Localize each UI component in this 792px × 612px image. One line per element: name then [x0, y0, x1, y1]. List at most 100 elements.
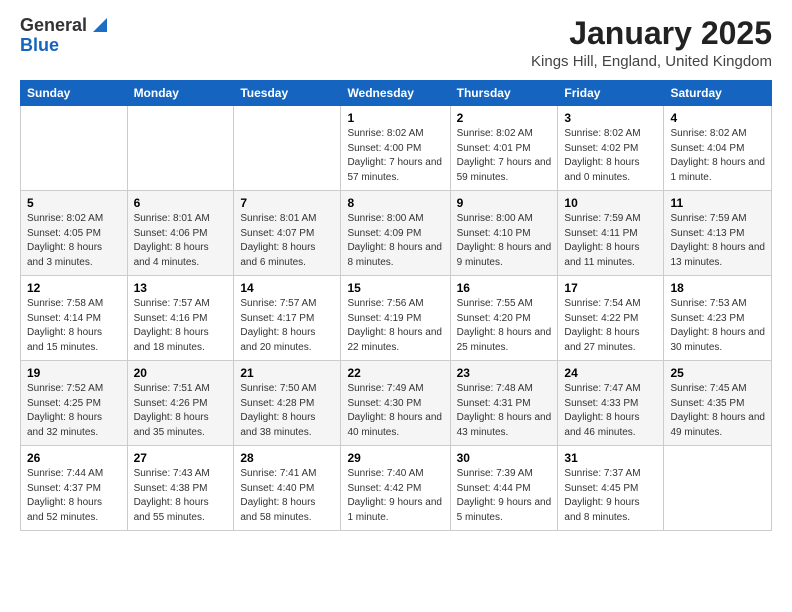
header: General Blue January 2025 Kings Hill, En… — [20, 16, 772, 70]
day-number: 30 — [457, 451, 552, 465]
day-number: 11 — [670, 196, 765, 210]
title-location: Kings Hill, England, United Kingdom — [531, 53, 772, 70]
table-row: 12 Sunrise: 7:58 AM Sunset: 4:14 PM Dayli… — [21, 276, 128, 361]
header-friday: Friday — [558, 81, 664, 106]
calendar-table: Sunday Monday Tuesday Wednesday Thursday… — [20, 80, 772, 531]
day-info: Sunrise: 7:43 AM Sunset: 4:38 PM Dayligh… — [134, 467, 228, 525]
table-row: 31 Sunrise: 7:37 AM Sunset: 4:45 PM Dayli… — [558, 446, 664, 531]
table-row: 15 Sunrise: 7:56 AM Sunset: 4:19 PM Dayli… — [341, 276, 450, 361]
day-number: 9 — [457, 196, 552, 210]
day-info: Sunrise: 8:00 AM Sunset: 4:10 PM Dayligh… — [457, 212, 552, 270]
table-row: 30 Sunrise: 7:39 AM Sunset: 4:44 PM Dayli… — [450, 446, 558, 531]
day-number: 3 — [564, 111, 657, 125]
logo-blue: Blue — [20, 35, 59, 55]
table-row: 3Sunrise: 8:02 AM Sunset: 4:02 PM Daylig… — [558, 106, 664, 191]
table-row: 25Sunrise: 7:45 AM Sunset: 4:35 PM Dayli… — [664, 361, 772, 446]
title-block: January 2025 Kings Hill, England, United… — [531, 16, 772, 70]
day-info: Sunrise: 7:57 AM Sunset: 4:16 PM Dayligh… — [134, 297, 228, 355]
day-info: Sunrise: 7:56 AM Sunset: 4:19 PM Dayligh… — [347, 297, 443, 355]
day-number: 8 — [347, 196, 443, 210]
day-info: Sunrise: 8:02 AM Sunset: 4:04 PM Dayligh… — [670, 127, 765, 185]
day-number: 22 — [347, 366, 443, 380]
day-number: 16 — [457, 281, 552, 295]
day-number: 13 — [134, 281, 228, 295]
day-number: 1 — [347, 111, 443, 125]
table-row: 2 Sunrise: 8:02 AM Sunset: 4:01 PM Daylig… — [450, 106, 558, 191]
calendar-week-row: 1 Sunrise: 8:02 AM Sunset: 4:00 PM Daylig… — [21, 106, 772, 191]
day-info: Sunrise: 7:40 AM Sunset: 4:42 PM Dayligh… — [347, 467, 443, 525]
day-info: Sunrise: 7:59 AM Sunset: 4:13 PM Dayligh… — [670, 212, 765, 270]
table-row: 8 Sunrise: 8:00 AM Sunset: 4:09 PM Daylig… — [341, 191, 450, 276]
table-row: 16 Sunrise: 7:55 AM Sunset: 4:20 PM Dayli… — [450, 276, 558, 361]
day-number: 5 — [27, 196, 121, 210]
header-sunday: Sunday — [21, 81, 128, 106]
day-info: Sunrise: 7:41 AM Sunset: 4:40 PM Dayligh… — [240, 467, 334, 525]
day-info: Sunrise: 7:52 AM Sunset: 4:25 PM Dayligh… — [27, 382, 121, 440]
table-row: 23 Sunrise: 7:48 AM Sunset: 4:31 PM Dayli… — [450, 361, 558, 446]
header-monday: Monday — [127, 81, 234, 106]
day-number: 31 — [564, 451, 657, 465]
day-number: 21 — [240, 366, 334, 380]
logo-general: General — [20, 16, 87, 36]
calendar-week-row: 5 Sunrise: 8:02 AM Sunset: 4:05 PM Daylig… — [21, 191, 772, 276]
day-number: 15 — [347, 281, 443, 295]
day-info: Sunrise: 7:55 AM Sunset: 4:20 PM Dayligh… — [457, 297, 552, 355]
day-info: Sunrise: 8:02 AM Sunset: 4:05 PM Dayligh… — [27, 212, 121, 270]
day-info: Sunrise: 8:02 AM Sunset: 4:01 PM Dayligh… — [457, 127, 552, 185]
day-info: Sunrise: 7:50 AM Sunset: 4:28 PM Dayligh… — [240, 382, 334, 440]
day-info: Sunrise: 7:58 AM Sunset: 4:14 PM Dayligh… — [27, 297, 121, 355]
day-info: Sunrise: 7:37 AM Sunset: 4:45 PM Dayligh… — [564, 467, 657, 525]
table-row: 21 Sunrise: 7:50 AM Sunset: 4:28 PM Dayli… — [234, 361, 341, 446]
day-info: Sunrise: 8:00 AM Sunset: 4:09 PM Dayligh… — [347, 212, 443, 270]
header-wednesday: Wednesday — [341, 81, 450, 106]
day-number: 12 — [27, 281, 121, 295]
day-number: 29 — [347, 451, 443, 465]
table-row — [127, 106, 234, 191]
page: General Blue January 2025 Kings Hill, En… — [0, 0, 792, 547]
table-row: 18Sunrise: 7:53 AM Sunset: 4:23 PM Dayli… — [664, 276, 772, 361]
day-info: Sunrise: 8:01 AM Sunset: 4:07 PM Dayligh… — [240, 212, 334, 270]
day-info: Sunrise: 7:44 AM Sunset: 4:37 PM Dayligh… — [27, 467, 121, 525]
day-info: Sunrise: 7:54 AM Sunset: 4:22 PM Dayligh… — [564, 297, 657, 355]
day-number: 2 — [457, 111, 552, 125]
calendar-week-row: 19 Sunrise: 7:52 AM Sunset: 4:25 PM Dayli… — [21, 361, 772, 446]
day-info: Sunrise: 8:01 AM Sunset: 4:06 PM Dayligh… — [134, 212, 228, 270]
day-info: Sunrise: 7:48 AM Sunset: 4:31 PM Dayligh… — [457, 382, 552, 440]
header-tuesday: Tuesday — [234, 81, 341, 106]
day-info: Sunrise: 8:02 AM Sunset: 4:00 PM Dayligh… — [347, 127, 443, 185]
table-row: 17Sunrise: 7:54 AM Sunset: 4:22 PM Dayli… — [558, 276, 664, 361]
day-number: 28 — [240, 451, 334, 465]
day-info: Sunrise: 7:59 AM Sunset: 4:11 PM Dayligh… — [564, 212, 657, 270]
table-row: 19 Sunrise: 7:52 AM Sunset: 4:25 PM Dayli… — [21, 361, 128, 446]
day-number: 27 — [134, 451, 228, 465]
day-number: 6 — [134, 196, 228, 210]
day-number: 26 — [27, 451, 121, 465]
day-info: Sunrise: 7:49 AM Sunset: 4:30 PM Dayligh… — [347, 382, 443, 440]
table-row: 28 Sunrise: 7:41 AM Sunset: 4:40 PM Dayli… — [234, 446, 341, 531]
table-row: 6 Sunrise: 8:01 AM Sunset: 4:06 PM Daylig… — [127, 191, 234, 276]
day-info: Sunrise: 7:51 AM Sunset: 4:26 PM Dayligh… — [134, 382, 228, 440]
day-info: Sunrise: 7:53 AM Sunset: 4:23 PM Dayligh… — [670, 297, 765, 355]
day-info: Sunrise: 7:45 AM Sunset: 4:35 PM Dayligh… — [670, 382, 765, 440]
day-number: 23 — [457, 366, 552, 380]
table-row — [21, 106, 128, 191]
table-row: 29 Sunrise: 7:40 AM Sunset: 4:42 PM Dayli… — [341, 446, 450, 531]
table-row: 5 Sunrise: 8:02 AM Sunset: 4:05 PM Daylig… — [21, 191, 128, 276]
table-row — [664, 446, 772, 531]
day-info: Sunrise: 7:39 AM Sunset: 4:44 PM Dayligh… — [457, 467, 552, 525]
table-row: 13 Sunrise: 7:57 AM Sunset: 4:16 PM Dayli… — [127, 276, 234, 361]
table-row: 26 Sunrise: 7:44 AM Sunset: 4:37 PM Dayli… — [21, 446, 128, 531]
day-number: 20 — [134, 366, 228, 380]
day-number: 14 — [240, 281, 334, 295]
table-row: 9 Sunrise: 8:00 AM Sunset: 4:10 PM Daylig… — [450, 191, 558, 276]
day-number: 10 — [564, 196, 657, 210]
table-row: 24Sunrise: 7:47 AM Sunset: 4:33 PM Dayli… — [558, 361, 664, 446]
table-row: 4 Sunrise: 8:02 AM Sunset: 4:04 PM Daylig… — [664, 106, 772, 191]
table-row: 10 Sunrise: 7:59 AM Sunset: 4:11 PM Dayli… — [558, 191, 664, 276]
day-number: 4 — [670, 111, 765, 125]
table-row: 11 Sunrise: 7:59 AM Sunset: 4:13 PM Dayli… — [664, 191, 772, 276]
day-number: 19 — [27, 366, 121, 380]
day-number: 24 — [564, 366, 657, 380]
day-info: Sunrise: 7:57 AM Sunset: 4:17 PM Dayligh… — [240, 297, 334, 355]
day-number: 7 — [240, 196, 334, 210]
